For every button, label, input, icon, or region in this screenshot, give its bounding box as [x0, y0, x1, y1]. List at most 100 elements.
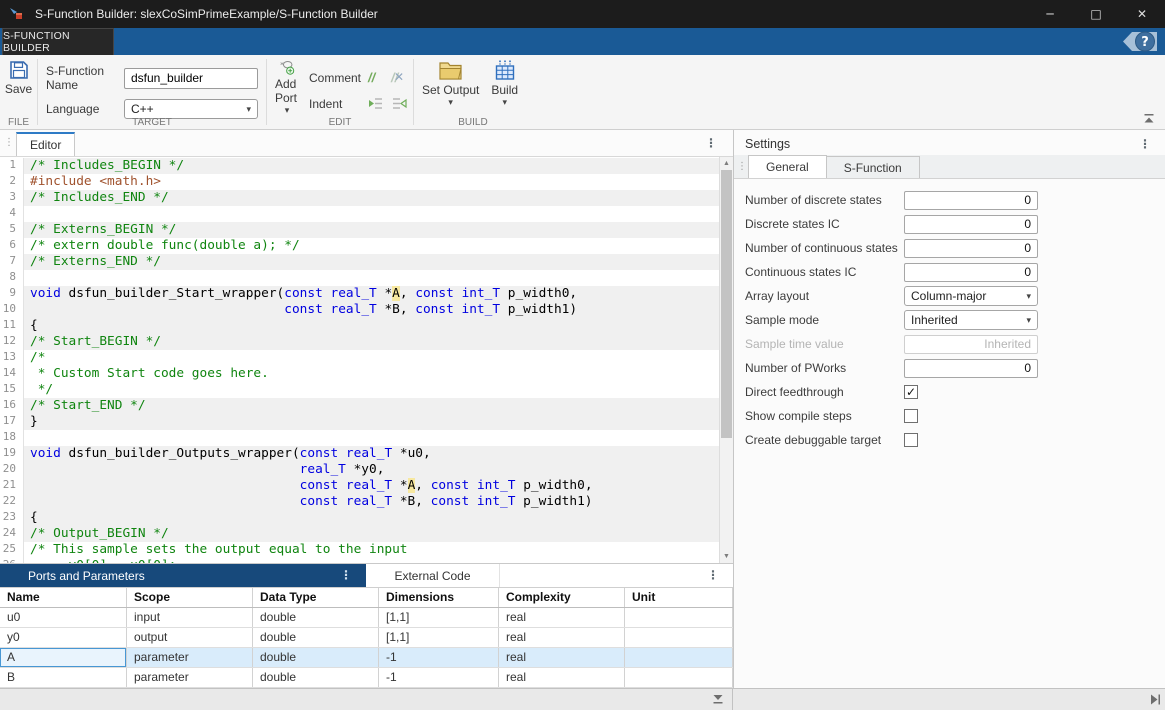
settings-input[interactable] [904, 239, 1038, 258]
table-cell[interactable]: real [499, 668, 625, 687]
indent-left-icon[interactable] [368, 96, 384, 111]
collapse-ribbon-icon[interactable] [1143, 113, 1155, 124]
settings-checkbox[interactable] [904, 409, 918, 423]
code-line-16[interactable]: 16/* Start_END */ [0, 398, 719, 414]
settings-input[interactable] [904, 263, 1038, 282]
sfunction-name-input[interactable] [124, 68, 258, 89]
collapse-panel-down-icon[interactable] [712, 694, 724, 705]
code-line-19[interactable]: 19void dsfun_builder_Outputs_wrapper(con… [0, 446, 719, 462]
code-editor[interactable]: 1/* Includes_BEGIN */2#include <math.h>3… [0, 157, 733, 563]
code-line-9[interactable]: 9void dsfun_builder_Start_wrapper(const … [0, 286, 719, 302]
code-line-26[interactable]: 26 y0[0] = u0[0]; [0, 558, 719, 563]
table-row[interactable]: Aparameterdouble-1real [0, 648, 733, 668]
settings-select[interactable]: Column-major▾ [904, 286, 1038, 306]
comment-icon[interactable]: // [368, 72, 384, 84]
code-line-8[interactable]: 8 [0, 270, 719, 286]
code-line-3[interactable]: 3/* Includes_END */ [0, 190, 719, 206]
code-line-14[interactable]: 14 * Custom Start code goes here. [0, 366, 719, 382]
code-line-24[interactable]: 24/* Output_BEGIN */ [0, 526, 719, 542]
language-select[interactable]: C++ ▾ [124, 99, 258, 119]
column-header[interactable]: Complexity [499, 588, 625, 607]
table-cell[interactable]: double [253, 608, 379, 627]
close-button[interactable]: ✕ [1119, 0, 1165, 28]
table-cell[interactable]: double [253, 628, 379, 647]
code-line-11[interactable]: 11{ [0, 318, 719, 334]
tab-general[interactable]: General [748, 155, 827, 178]
table-cell[interactable] [625, 608, 733, 627]
editor-menu-kebab-icon[interactable]: ⋮ [705, 136, 717, 150]
table-cell[interactable]: double [253, 668, 379, 687]
indent-right-icon[interactable] [391, 96, 407, 111]
table-cell[interactable]: parameter [127, 648, 253, 667]
scrollbar-thumb[interactable] [721, 170, 732, 438]
column-header[interactable]: Scope [127, 588, 253, 607]
tab-external-code[interactable]: External Code [366, 564, 500, 587]
external-code-kebab-icon[interactable]: ⋮ [707, 568, 719, 582]
minimize-button[interactable]: ─ [1027, 0, 1073, 28]
settings-checkbox[interactable]: ✓ [904, 385, 918, 399]
table-cell[interactable]: double [253, 648, 379, 667]
table-cell[interactable] [625, 628, 733, 647]
table-cell[interactable]: y0 [0, 628, 127, 647]
column-header[interactable]: Unit [625, 588, 733, 607]
expand-panel-right-icon[interactable] [1150, 694, 1161, 705]
code-line-17[interactable]: 17} [0, 414, 719, 430]
code-line-15[interactable]: 15 */ [0, 382, 719, 398]
table-cell[interactable]: parameter [127, 668, 253, 687]
table-cell[interactable]: real [499, 608, 625, 627]
table-cell[interactable] [625, 648, 733, 667]
settings-checkbox[interactable] [904, 433, 918, 447]
table-cell[interactable]: real [499, 628, 625, 647]
code-line-18[interactable]: 18 [0, 430, 719, 446]
scroll-down-icon[interactable]: ▼ [720, 550, 733, 562]
table-row[interactable]: y0outputdouble[1,1]real [0, 628, 733, 648]
code-line-12[interactable]: 12/* Start_BEGIN */ [0, 334, 719, 350]
table-row[interactable]: u0inputdouble[1,1]real [0, 608, 733, 628]
code-line-20[interactable]: 20 real_T *y0, [0, 462, 719, 478]
column-header[interactable]: Dimensions [379, 588, 499, 607]
table-cell[interactable]: -1 [379, 648, 499, 667]
settings-menu-kebab-icon[interactable]: ⋮ [1139, 137, 1151, 151]
code-line-1[interactable]: 1/* Includes_BEGIN */ [0, 158, 719, 174]
code-line-22[interactable]: 22 const real_T *B, const int_T p_width1… [0, 494, 719, 510]
code-line-6[interactable]: 6/* extern double func(double a); */ [0, 238, 719, 254]
code-line-5[interactable]: 5/* Externs_BEGIN */ [0, 222, 719, 238]
code-line-2[interactable]: 2#include <math.h> [0, 174, 719, 190]
scroll-up-icon[interactable]: ▲ [720, 157, 733, 169]
table-cell[interactable] [625, 668, 733, 687]
uncomment-icon[interactable]: //✕ [391, 72, 407, 84]
ports-menu-kebab-icon[interactable]: ⋮ [340, 568, 352, 582]
settings-input[interactable] [904, 191, 1038, 210]
settings-input[interactable] [904, 359, 1038, 378]
save-button[interactable]: Save [8, 59, 29, 96]
settings-input[interactable] [904, 215, 1038, 234]
code-line-13[interactable]: 13/* [0, 350, 719, 366]
code-line-23[interactable]: 23{ [0, 510, 719, 526]
column-header[interactable]: Data Type [253, 588, 379, 607]
build-button[interactable]: Build ▾ [491, 59, 518, 114]
set-output-button[interactable]: Set Output ▾ [422, 59, 479, 114]
column-header[interactable]: Name [0, 588, 127, 607]
help-icon[interactable]: ? [1119, 30, 1159, 53]
table-cell[interactable]: [1,1] [379, 608, 499, 627]
add-port-button[interactable]: Add Port ▾ [275, 59, 299, 114]
tab-sfunction[interactable]: S-Function [827, 156, 920, 178]
settings-select[interactable]: Inherited▾ [904, 310, 1038, 330]
table-cell[interactable]: input [127, 608, 253, 627]
code-line-7[interactable]: 7/* Externs_END */ [0, 254, 719, 270]
code-line-4[interactable]: 4 [0, 206, 719, 222]
tab-sfunction-builder[interactable]: S-FUNCTION BUILDER [2, 28, 114, 55]
table-cell[interactable]: real [499, 648, 625, 667]
table-cell[interactable]: u0 [0, 608, 127, 627]
table-row[interactable]: Bparameterdouble-1real [0, 668, 733, 688]
tab-editor[interactable]: Editor [16, 132, 75, 156]
table-cell[interactable]: output [127, 628, 253, 647]
table-cell[interactable]: A [0, 648, 127, 667]
panel-grip-icon[interactable]: ⋮ [4, 138, 14, 148]
table-cell[interactable]: [1,1] [379, 628, 499, 647]
tab-ports-and-parameters[interactable]: Ports and Parameters ⋮ [0, 564, 366, 587]
table-cell[interactable]: -1 [379, 668, 499, 687]
panel-grip-icon[interactable]: ⋮ [737, 162, 747, 172]
maximize-button[interactable]: □ [1073, 0, 1119, 28]
code-line-10[interactable]: 10 const real_T *B, const int_T p_width1… [0, 302, 719, 318]
